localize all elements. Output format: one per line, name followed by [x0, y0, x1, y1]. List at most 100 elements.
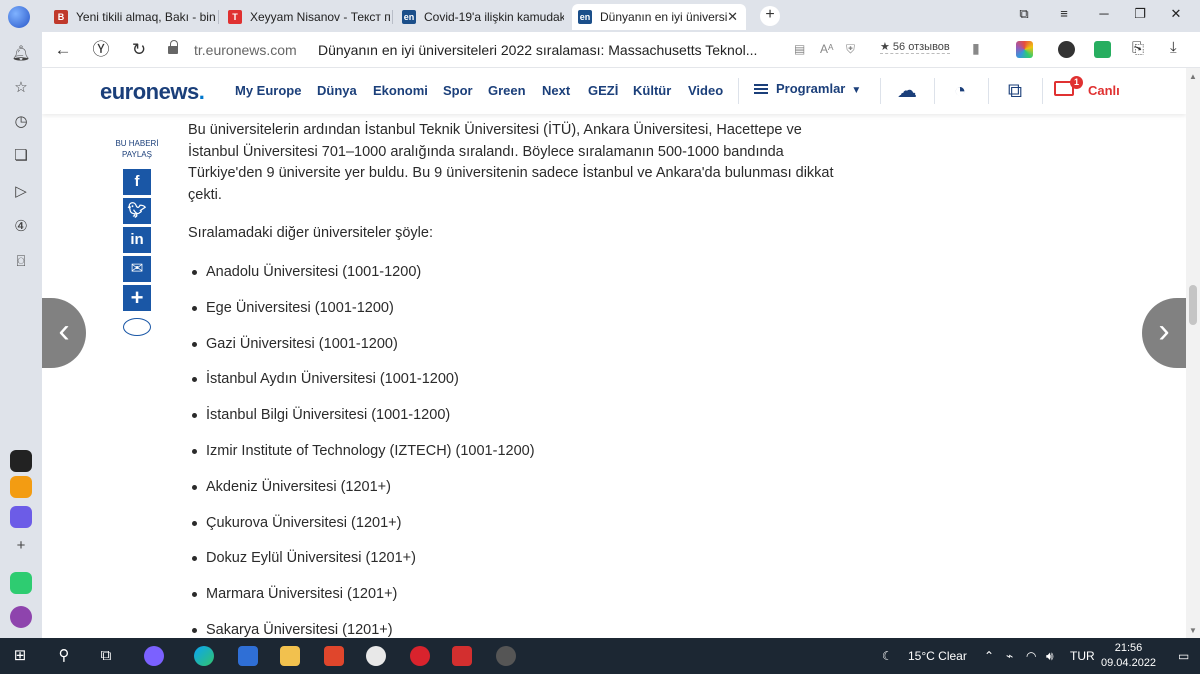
- history-icon[interactable]: ◷: [11, 112, 31, 132]
- scroll-thumb[interactable]: [1189, 285, 1197, 325]
- favorites-icon[interactable]: ☆: [11, 78, 31, 98]
- nav-kultur[interactable]: Kültür: [633, 83, 671, 98]
- restore-icon[interactable]: ❐: [1130, 6, 1150, 22]
- reader-icon[interactable]: ▤: [794, 42, 805, 56]
- scroll-up-icon[interactable]: ▲: [1189, 72, 1197, 81]
- close-window-icon[interactable]: ✕: [1166, 6, 1186, 22]
- scroll-down-icon[interactable]: ▼: [1189, 626, 1197, 635]
- screen: B Yeni tikili almaq, Bakı - bina T Xeyya…: [0, 0, 1200, 674]
- live-link[interactable]: Canlı: [1088, 83, 1120, 98]
- assistant-icon[interactable]: [10, 606, 32, 628]
- tab-1[interactable]: B Yeni tikili almaq, Bakı - bina: [48, 4, 216, 30]
- app-icon[interactable]: [10, 476, 32, 498]
- tabs-overview-icon[interactable]: ⧉: [1014, 6, 1034, 22]
- translate-icon[interactable]: Aᴬ: [820, 42, 833, 56]
- nav-spor[interactable]: Spor: [443, 83, 473, 98]
- file-explorer-icon[interactable]: [280, 646, 300, 666]
- weather-icon[interactable]: ☁: [894, 78, 920, 104]
- counter-icon[interactable]: ④: [11, 217, 31, 237]
- video-icon[interactable]: ▷: [11, 182, 31, 202]
- search-icon[interactable]: ⚲: [54, 646, 74, 666]
- tray-chevron-up-icon[interactable]: ⌃: [984, 649, 994, 663]
- reload-icon[interactable]: ↻: [128, 40, 150, 60]
- nav-my-europe[interactable]: My Europe: [235, 83, 301, 98]
- network-tray-icon[interactable]: ⌁: [1006, 649, 1013, 663]
- yandex-browser-icon[interactable]: [366, 646, 386, 666]
- menu-icon[interactable]: ≡: [1054, 6, 1074, 21]
- programs-menu[interactable]: Programlar ▼: [754, 81, 861, 96]
- minimize-icon[interactable]: ─: [1094, 6, 1114, 21]
- tab-favicon-icon: en: [578, 10, 592, 24]
- assistant-app-icon[interactable]: [144, 646, 164, 666]
- facebook-icon: f: [134, 173, 140, 190]
- page-viewport: euronews. My Europe Dünya Ekonomi Spor G…: [42, 68, 1186, 638]
- language-indicator[interactable]: TUR: [1070, 649, 1095, 663]
- new-tab-button[interactable]: +: [760, 6, 780, 26]
- app-m-icon[interactable]: [452, 646, 472, 666]
- windows-start-icon[interactable]: ⊞: [10, 646, 30, 666]
- edge-icon[interactable]: [194, 646, 214, 666]
- back-icon[interactable]: ←: [52, 40, 74, 60]
- plus-icon: +: [130, 285, 144, 310]
- latest-clock-icon[interactable]: ◔: [947, 78, 973, 104]
- weather-moon-icon[interactable]: ☾: [882, 649, 893, 663]
- app-icon[interactable]: [10, 506, 32, 528]
- bookmarks-panel-icon[interactable]: ⎘: [1132, 40, 1144, 57]
- twitter-share-button[interactable]: 🐦︎: [123, 198, 151, 224]
- browser-home-icon[interactable]: Ⓨ: [90, 40, 112, 60]
- add-panel-icon[interactable]: +: [11, 536, 31, 556]
- volume-icon[interactable]: 🔊︎: [1046, 649, 1054, 664]
- system-clock[interactable]: 21:56 09.04.2022: [1101, 641, 1156, 671]
- bookmark-icon[interactable]: ▮: [972, 40, 980, 57]
- linkedin-icon: in: [130, 231, 144, 248]
- previous-article-button[interactable]: ‹: [42, 298, 86, 368]
- protect-icon[interactable]: ⛨: [846, 42, 855, 57]
- nav-dunya[interactable]: Dünya: [317, 83, 357, 98]
- list-item: Anadolu Üniversitesi (1001-1200): [188, 262, 535, 298]
- store-icon[interactable]: [238, 646, 258, 666]
- screenshot-icon[interactable]: ⌼: [11, 252, 31, 272]
- tab-title: Yeni tikili almaq, Bakı - bina: [76, 10, 216, 24]
- reviews-link[interactable]: ★ 56 отзывов: [880, 40, 950, 54]
- nav-next[interactable]: Next: [542, 83, 570, 98]
- office-icon[interactable]: [324, 646, 344, 666]
- page-scrollbar[interactable]: [1186, 68, 1200, 638]
- programs-label: Programlar: [776, 81, 846, 96]
- app-icon[interactable]: [10, 572, 32, 594]
- weather-text[interactable]: 15°C Clear: [908, 649, 967, 663]
- close-tab-icon[interactable]: ✕: [727, 9, 738, 25]
- media-player-icon[interactable]: [496, 646, 516, 666]
- download-extension-icon[interactable]: [1094, 41, 1111, 58]
- downloads-icon[interactable]: ⤓: [1170, 39, 1177, 56]
- tab-3[interactable]: en Covid-19'a ilişkin kamudak: [396, 4, 564, 30]
- site-logo[interactable]: euronews.: [100, 79, 205, 105]
- url-domain: tr.euronews.com: [194, 42, 297, 58]
- task-view-icon[interactable]: ⧉: [96, 646, 116, 666]
- notifications-icon[interactable]: 🔔︎: [11, 44, 31, 64]
- email-share-button[interactable]: ✉: [123, 256, 151, 282]
- comment-icon[interactable]: [123, 318, 151, 336]
- email-icon: ✉: [130, 260, 144, 277]
- tab-2[interactable]: T Xeyyam Nisanov - Текст пе: [222, 4, 390, 30]
- nav-ekonomi[interactable]: Ekonomi: [373, 83, 428, 98]
- tab-4-active[interactable]: en Dünyanın en iyi üniversi ✕: [572, 4, 746, 30]
- browser-logo-icon[interactable]: [8, 6, 30, 28]
- stories-icon[interactable]: ⧉: [1002, 78, 1028, 104]
- more-share-button[interactable]: +: [123, 285, 151, 311]
- next-article-button[interactable]: ›: [1142, 298, 1186, 368]
- nav-gezi[interactable]: GEZİ: [588, 83, 618, 98]
- notification-center-icon[interactable]: ▭: [1178, 649, 1189, 663]
- extension-icon[interactable]: [1016, 41, 1033, 58]
- list-item: Çukurova Üniversitesi (1201+): [188, 513, 535, 549]
- logo-dot: .: [198, 79, 205, 104]
- app-icon[interactable]: [10, 450, 32, 472]
- nav-video[interactable]: Video: [688, 83, 723, 98]
- wifi-icon[interactable]: ◠: [1026, 649, 1036, 663]
- linkedin-share-button[interactable]: in: [123, 227, 151, 253]
- extension-icon[interactable]: [1058, 41, 1075, 58]
- tab-title: Covid-19'a ilişkin kamudak: [424, 10, 564, 24]
- nav-green[interactable]: Green: [488, 83, 526, 98]
- collections-icon[interactable]: ❏: [11, 146, 31, 166]
- opera-icon[interactable]: [410, 646, 430, 666]
- facebook-share-button[interactable]: f: [123, 169, 151, 195]
